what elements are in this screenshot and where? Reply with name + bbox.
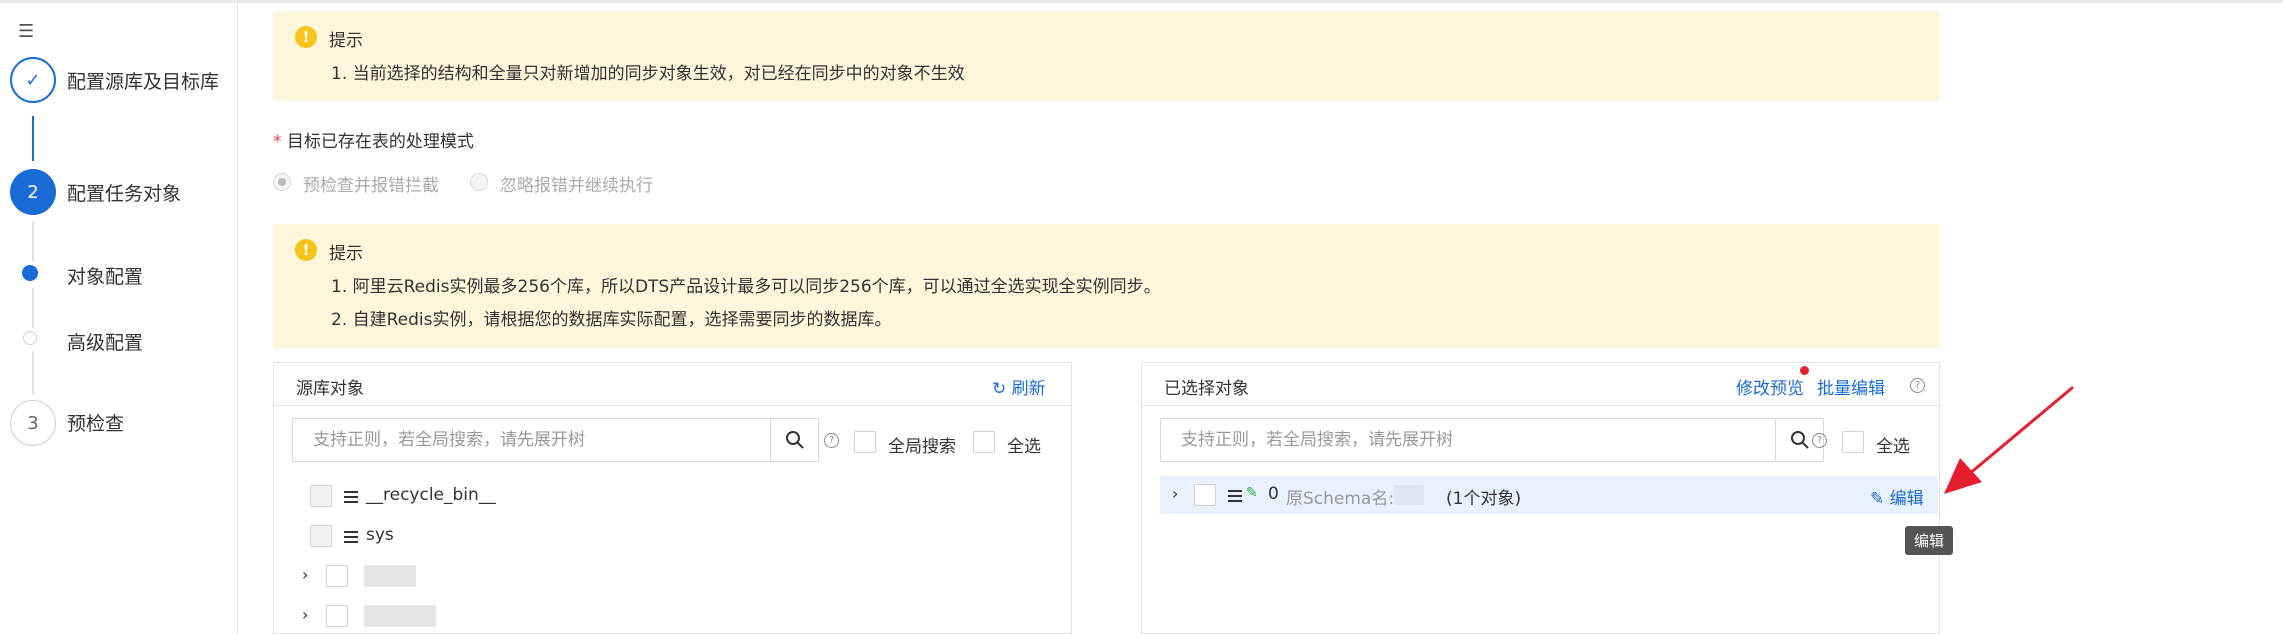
source-objects-panel: 源库对象 ↻ 刷新 ? 全局搜索 全选 __recycle_bin__ sys …: [273, 362, 1072, 634]
refresh-label: 刷新: [1011, 379, 1046, 399]
select-all-checkbox[interactable]: [973, 431, 995, 453]
alert-line: 1. 当前选择的结构和全量只对新增加的同步对象生效，对已经在同步中的对象不生效: [331, 64, 965, 84]
chevron-right-icon[interactable]: ›: [302, 605, 308, 624]
step-connector: [32, 116, 34, 161]
edit-tooltip: 编辑: [1905, 526, 1954, 555]
substep-advanced-config[interactable]: 高级配置: [67, 328, 143, 355]
refresh-icon: ↻: [992, 379, 1007, 399]
alert-line: 2. 自建Redis实例，请根据您的数据库实际配置，选择需要同步的数据库。: [331, 310, 892, 330]
tree-item[interactable]: sys: [366, 525, 394, 545]
selected-search-input[interactable]: [1161, 419, 1776, 461]
alert-title: 提示: [329, 31, 363, 51]
redacted-item: [364, 605, 436, 627]
selected-schema-row[interactable]: › ✎ 0 原Schema名: (1个对象) ✎ 编辑: [1160, 476, 1938, 514]
pencil-icon: ✎: [1246, 485, 1258, 501]
info-alert: ! 提示 1. 当前选择的结构和全量只对新增加的同步对象生效，对已经在同步中的对…: [273, 11, 1940, 101]
step1-label[interactable]: 配置源库及目标库: [67, 67, 219, 94]
alert-title: 提示: [329, 244, 363, 264]
panel-header: 已选择对象 修改预览 批量编辑 ?: [1142, 363, 1939, 406]
schema-name-label: 原Schema名:: [1286, 489, 1395, 509]
step-connector: [32, 351, 34, 395]
panel-header: 源库对象 ↻ 刷新: [274, 363, 1071, 406]
required-mark: *: [273, 132, 282, 152]
search-icon: [785, 431, 804, 449]
edit-label: 编辑: [1889, 489, 1924, 509]
radio-ignore-label[interactable]: 忽略报错并继续执行: [500, 171, 653, 196]
global-search-label[interactable]: 全局搜索: [888, 432, 956, 457]
step3-number: 3: [10, 400, 56, 446]
search-icon: [1790, 431, 1809, 449]
panel-title: 源库对象: [296, 379, 364, 399]
database-icon: [344, 491, 358, 503]
tree-checkbox[interactable]: [310, 525, 332, 547]
redacted-item: [364, 565, 416, 587]
redacted-schema: [1394, 485, 1424, 505]
global-search-checkbox[interactable]: [854, 431, 876, 453]
source-search-input[interactable]: [293, 419, 771, 461]
refresh-button[interactable]: ↻ 刷新: [992, 374, 1046, 399]
search-button[interactable]: [770, 419, 818, 461]
substep-dot: [23, 331, 37, 345]
steps-sidebar: ☰ ✓ 配置源库及目标库 2 配置任务对象 对象配置 高级配置 3 预检查: [0, 3, 238, 634]
help-icon[interactable]: ?: [1910, 378, 1925, 393]
mode-label: * 目标已存在表的处理模式: [273, 127, 474, 152]
edit-button[interactable]: ✎ 编辑: [1870, 484, 1924, 509]
step-connector: [32, 221, 34, 261]
collapse-menu-icon[interactable]: ☰: [18, 21, 34, 42]
tree-checkbox[interactable]: [326, 565, 348, 587]
database-icon: [344, 531, 358, 543]
step3-label[interactable]: 预检查: [67, 409, 124, 436]
radio-ignore[interactable]: [470, 173, 488, 191]
mode-label-text: 目标已存在表的处理模式: [286, 132, 474, 152]
info-alert-redis: ! 提示 1. 阿里云Redis实例最多256个库，所以DTS产品设计最多可以同…: [273, 224, 1940, 348]
tree-item[interactable]: __recycle_bin__: [366, 485, 496, 505]
step2-label[interactable]: 配置任务对象: [67, 179, 181, 206]
radio-precheck[interactable]: [273, 173, 291, 191]
step1-check-icon: ✓: [10, 57, 56, 103]
help-icon[interactable]: ?: [824, 433, 839, 448]
warning-icon: !: [295, 26, 317, 48]
source-search: [292, 418, 819, 462]
red-arrow: [1944, 386, 2074, 494]
tree-checkbox[interactable]: [310, 485, 332, 507]
select-all-checkbox[interactable]: [1842, 431, 1864, 453]
warning-icon: !: [295, 239, 317, 261]
step-connector: [32, 288, 34, 328]
database-icon: [1228, 490, 1242, 502]
top-border: [0, 0, 2283, 3]
notification-dot: [1800, 366, 1809, 375]
selected-search: [1160, 418, 1824, 462]
tree-checkbox[interactable]: [326, 605, 348, 627]
step2-number: 2: [10, 169, 56, 215]
substep-active-dot: [22, 265, 38, 281]
row-checkbox[interactable]: [1194, 484, 1216, 506]
modify-preview-link[interactable]: 修改预览: [1736, 374, 1804, 399]
help-icon[interactable]: ?: [1812, 433, 1827, 448]
substep-object-config[interactable]: 对象配置: [67, 262, 143, 289]
select-all-label[interactable]: 全选: [1007, 432, 1041, 457]
pencil-icon: ✎: [1870, 489, 1885, 509]
radio-precheck-label[interactable]: 预检查并报错拦截: [303, 171, 439, 196]
alert-line: 1. 阿里云Redis实例最多256个库，所以DTS产品设计最多可以同步256个…: [331, 277, 1161, 297]
select-all-label[interactable]: 全选: [1876, 432, 1910, 457]
row-index: 0: [1268, 484, 1279, 504]
chevron-right-icon[interactable]: ›: [302, 565, 308, 584]
object-count: (1个对象): [1446, 489, 1522, 509]
batch-edit-link[interactable]: 批量编辑: [1817, 374, 1885, 399]
panel-title: 已选择对象: [1164, 379, 1249, 399]
chevron-right-icon[interactable]: ›: [1172, 484, 1178, 503]
